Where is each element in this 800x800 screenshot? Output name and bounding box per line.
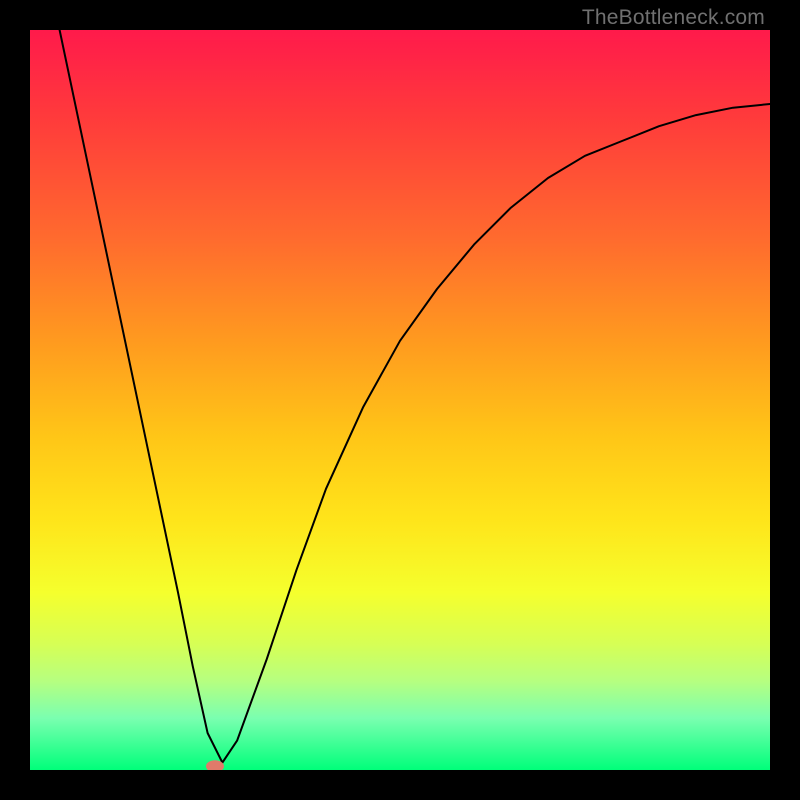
chart-frame: TheBottleneck.com: [0, 0, 800, 800]
chart-svg: [30, 30, 770, 770]
curve-line: [60, 30, 770, 763]
plot-area: [30, 30, 770, 770]
watermark-text: TheBottleneck.com: [582, 6, 765, 30]
